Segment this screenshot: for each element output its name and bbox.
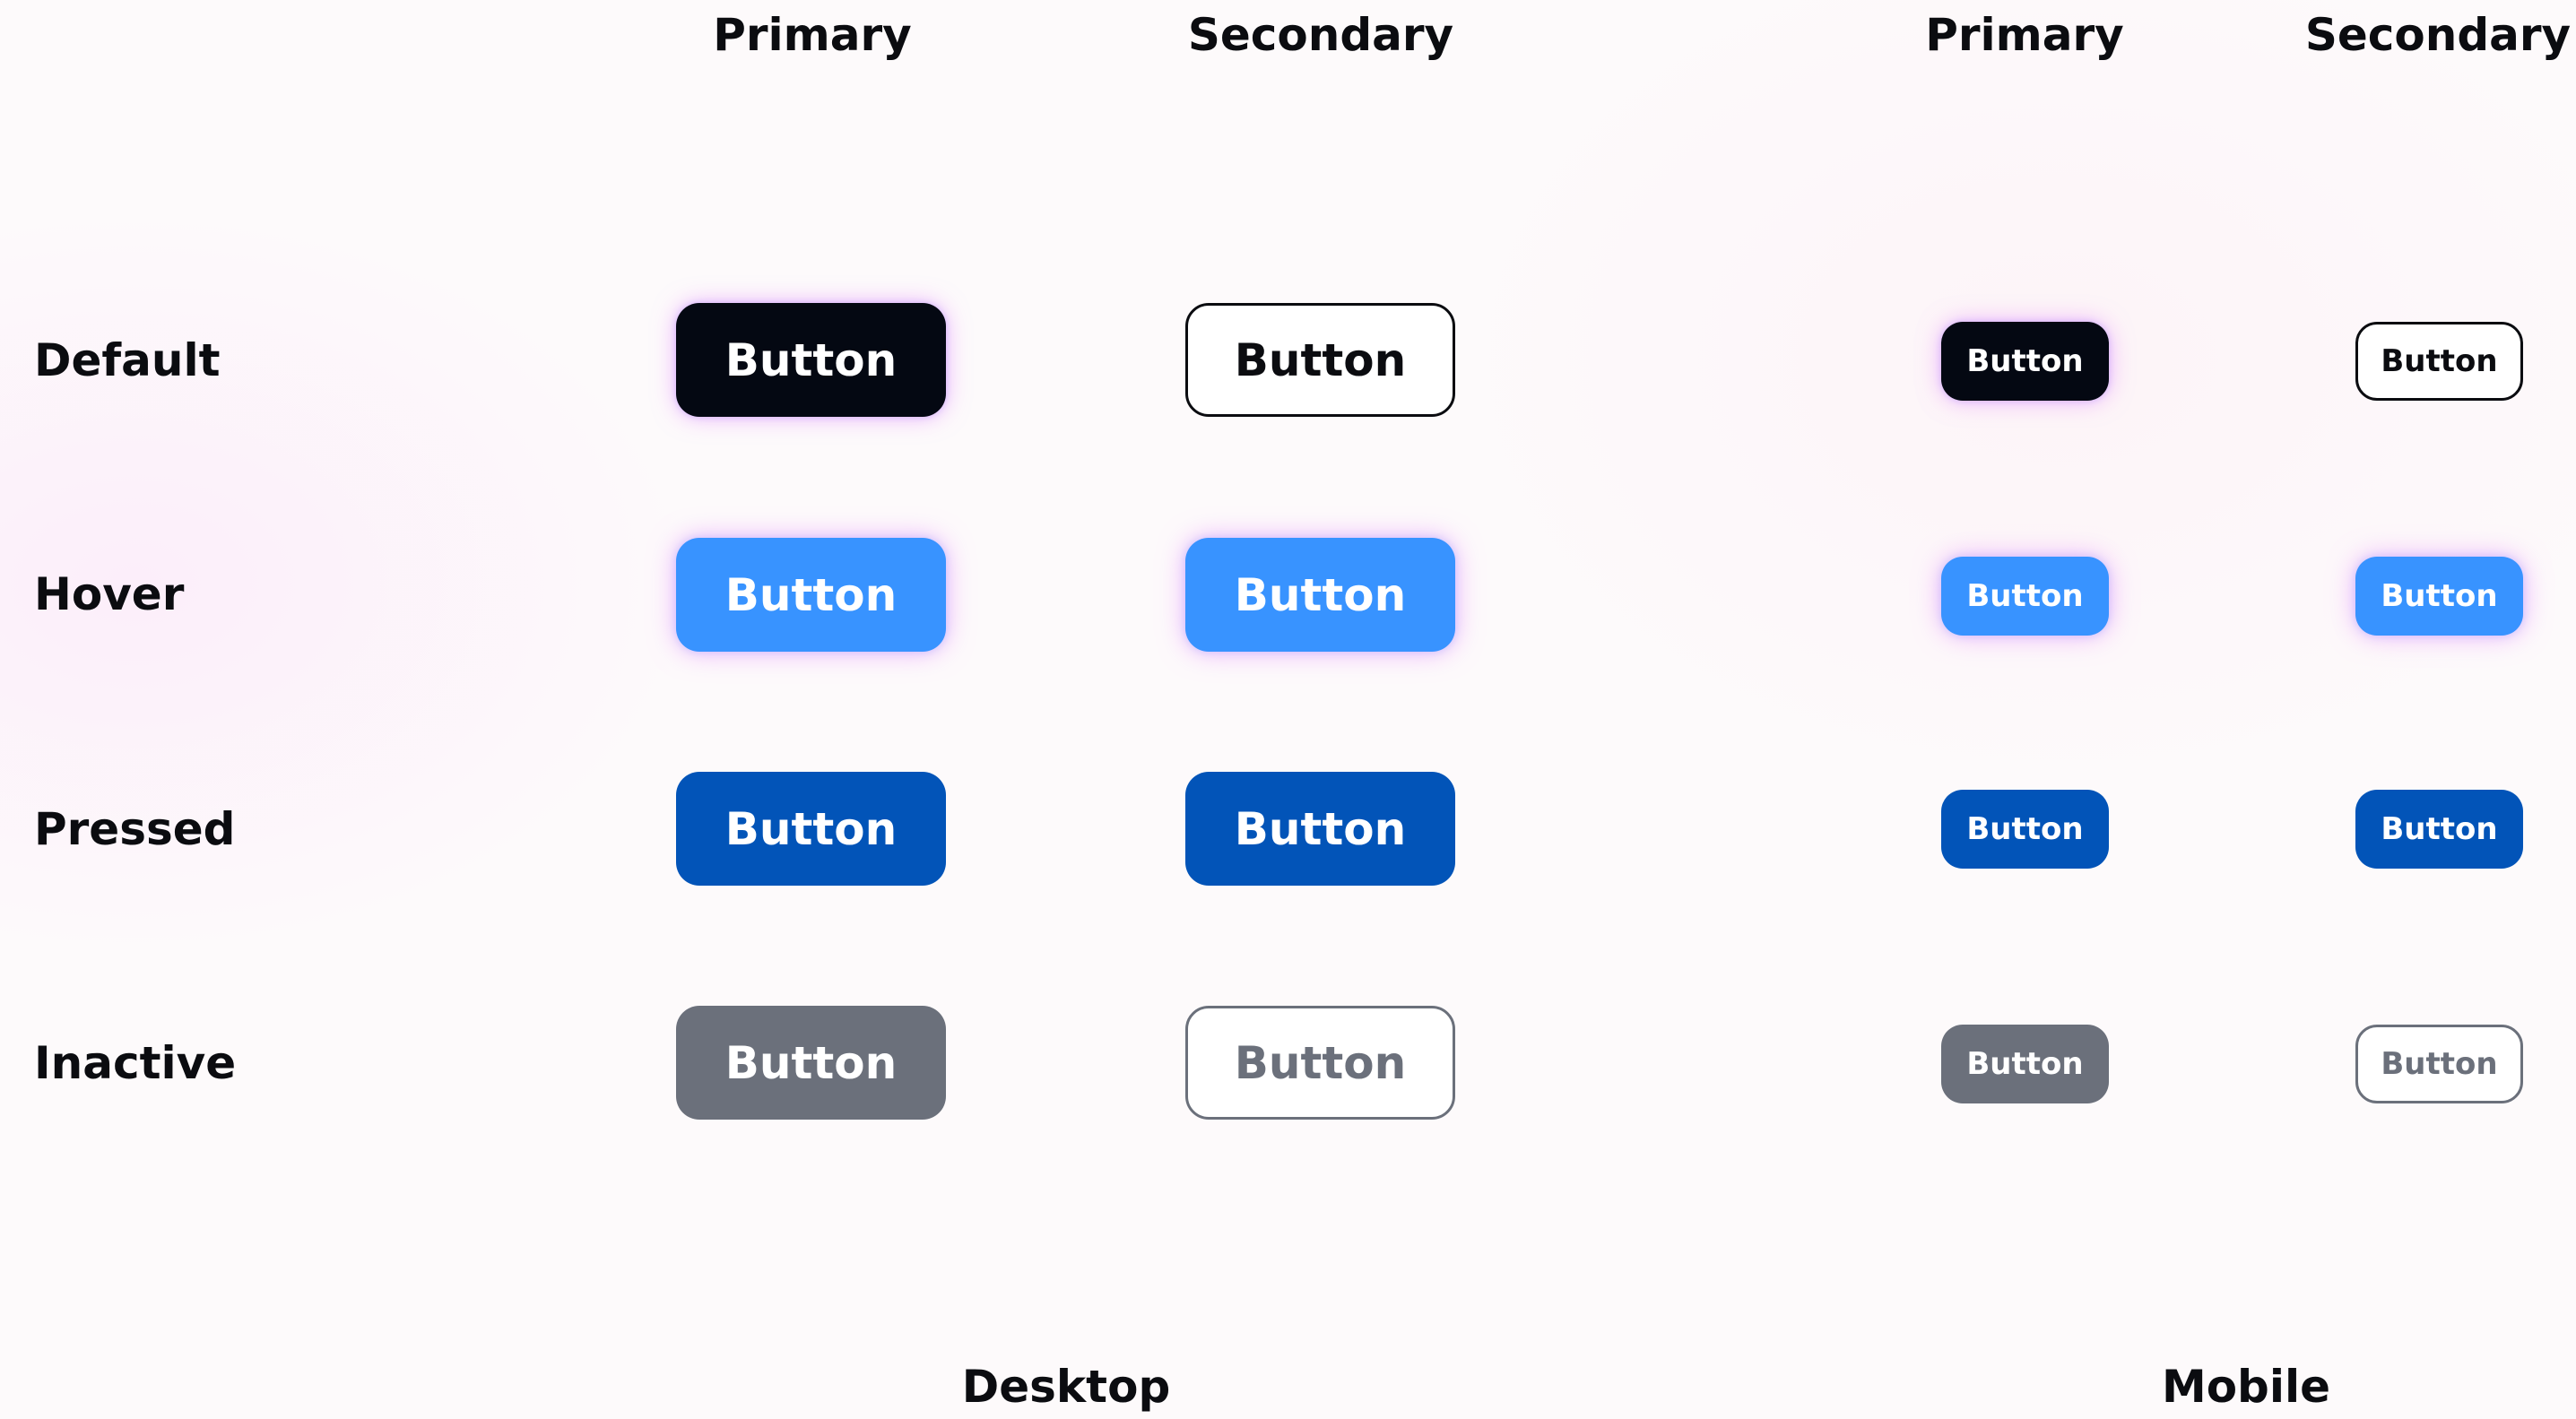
mobile-secondary-header: Secondary: [2304, 9, 2572, 61]
mobile-secondary-pressed-button[interactable]: Button: [2355, 790, 2523, 869]
desktop-primary-header: Primary: [713, 9, 912, 61]
desktop-primary-hover-button[interactable]: Button: [676, 538, 946, 652]
mobile-primary-header: Primary: [1925, 9, 2124, 61]
row-label-inactive: Inactive: [34, 1037, 237, 1089]
desktop-secondary-default-button[interactable]: Button: [1185, 303, 1455, 417]
mobile-primary-default-button[interactable]: Button: [1941, 322, 2109, 401]
mobile-primary-hover-button[interactable]: Button: [1941, 557, 2109, 636]
desktop-secondary-header: Secondary: [1187, 9, 1454, 61]
desktop-primary-pressed-button[interactable]: Button: [676, 772, 946, 886]
desktop-secondary-hover-button[interactable]: Button: [1185, 538, 1455, 652]
desktop-secondary-inactive-button[interactable]: Button: [1185, 1006, 1455, 1120]
mobile-primary-inactive-button[interactable]: Button: [1941, 1025, 2109, 1103]
mobile-secondary-hover-button[interactable]: Button: [2355, 557, 2523, 636]
desktop-section-label: Desktop: [961, 1361, 1171, 1413]
desktop-primary-default-button[interactable]: Button: [676, 303, 946, 417]
row-label-default: Default: [34, 334, 221, 386]
row-label-hover: Hover: [34, 568, 185, 620]
mobile-secondary-default-button[interactable]: Button: [2355, 322, 2523, 401]
row-label-pressed: Pressed: [34, 803, 236, 855]
desktop-secondary-pressed-button[interactable]: Button: [1185, 772, 1455, 886]
mobile-secondary-inactive-button[interactable]: Button: [2355, 1025, 2523, 1103]
mobile-section-label: Mobile: [2161, 1361, 2331, 1413]
mobile-primary-pressed-button[interactable]: Button: [1941, 790, 2109, 869]
desktop-primary-inactive-button[interactable]: Button: [676, 1006, 946, 1120]
